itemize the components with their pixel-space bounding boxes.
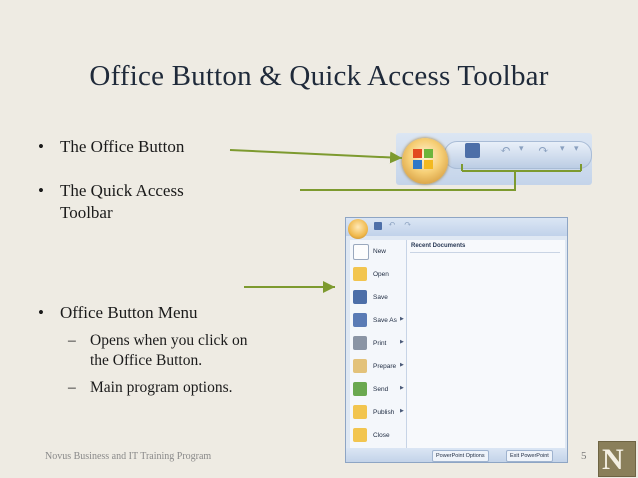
qat-connector-line bbox=[300, 171, 516, 191]
slide: Office Button & Quick Access Toolbar • Th… bbox=[0, 0, 638, 478]
office-button-arrow bbox=[229, 149, 403, 164]
slide-footer: Novus Business and IT Training Program bbox=[45, 451, 212, 462]
callout-arrows bbox=[229, 149, 582, 293]
novus-logo: N bbox=[598, 441, 636, 477]
logo-letter: N bbox=[602, 443, 624, 476]
page-number: 5 bbox=[581, 450, 587, 462]
